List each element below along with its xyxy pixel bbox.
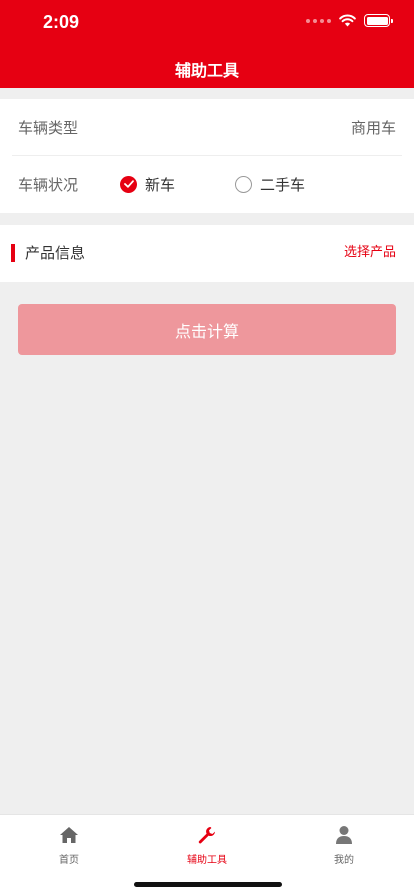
radio-unchecked-icon	[235, 175, 253, 193]
user-icon	[335, 825, 353, 845]
tab-home[interactable]: 首页	[19, 825, 119, 866]
cellular-signal-icon	[306, 18, 331, 23]
calculate-button[interactable]: 点击计算	[18, 304, 396, 355]
tab-tools[interactable]: 辅助工具	[157, 825, 257, 866]
wrench-icon	[197, 825, 217, 845]
vehicle-type-value[interactable]: 商用车	[351, 117, 396, 138]
product-section-title: 产品信息	[25, 244, 86, 262]
vehicle-condition-row: 车辆状况 新车 二手车	[18, 156, 396, 212]
radio-used-car-label: 二手车	[260, 175, 306, 194]
page-title: 辅助工具	[174, 61, 239, 80]
radio-new-car[interactable]: 新车	[120, 174, 175, 195]
section-accent-bar	[11, 244, 15, 262]
vehicle-card: 车辆类型 商用车 车辆状况 新车 二手车	[0, 99, 414, 213]
vehicle-type-label: 车辆类型	[18, 118, 79, 137]
radio-checked-icon	[120, 175, 137, 193]
radio-new-car-label: 新车	[145, 175, 176, 194]
app-header: 2:09 辅助工具	[0, 0, 414, 88]
home-icon	[59, 825, 79, 845]
wifi-icon	[339, 14, 356, 27]
radio-used-car[interactable]: 二手车	[235, 174, 305, 195]
battery-icon	[364, 14, 393, 27]
tab-tools-label: 辅助工具	[187, 855, 227, 866]
vehicle-type-row[interactable]: 车辆类型 商用车	[18, 99, 396, 155]
tab-mine-label: 我的	[334, 855, 354, 866]
select-product-link[interactable]: 选择产品	[344, 245, 396, 261]
home-indicator	[134, 882, 282, 887]
status-time: 2:09	[43, 12, 80, 32]
tab-mine[interactable]: 我的	[294, 825, 394, 866]
tab-home-label: 首页	[59, 855, 79, 866]
vehicle-condition-label: 车辆状况	[18, 175, 79, 194]
status-icons	[306, 14, 393, 27]
